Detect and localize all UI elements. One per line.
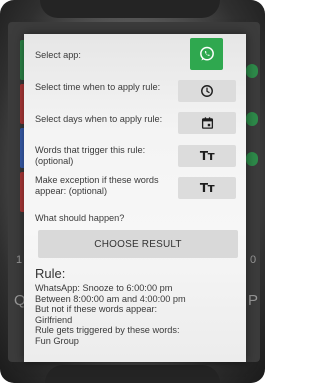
background-number-right: 0 — [250, 254, 257, 266]
what-happens-label: What should happen? — [35, 213, 125, 223]
rule-summary-line: WhatsApp: Snooze to 6:00:00 pm — [35, 283, 173, 293]
trigger-words-button[interactable]: Tт — [178, 145, 236, 167]
exception-words-label: Make exception if these words appear: (o… — [35, 175, 159, 196]
background-list-dot — [246, 64, 258, 78]
select-app-button[interactable] — [190, 38, 223, 70]
background-list-dot — [246, 152, 258, 166]
trigger-words-label: Words that trigger this rule: (optional) — [35, 145, 146, 166]
rule-editor-dialog: Select app: Select time when to apply ru… — [24, 34, 246, 362]
phone-bottom-bezel — [45, 365, 220, 383]
phone-top-bezel — [40, 0, 220, 18]
background-number-left: 1 — [16, 254, 23, 266]
select-time-button[interactable] — [178, 80, 236, 102]
rule-summary-line: Between 8:00:00 am and 4:00:00 pm — [35, 293, 186, 304]
whatsapp-icon — [199, 46, 214, 61]
text-format-icon: Tт — [199, 149, 215, 163]
background-list-dot — [246, 112, 258, 126]
rule-summary-line: Fun Group — [35, 335, 79, 346]
select-time-label: Select time when to apply rule: — [35, 82, 161, 92]
screen: 1 0 Q P Select app: Select time when to … — [0, 0, 265, 383]
choose-result-button[interactable]: CHOOSE RESULT — [38, 230, 238, 258]
exception-words-button[interactable]: Tт — [178, 177, 236, 199]
select-app-label: Select app: — [35, 50, 81, 60]
rule-summary-line: Rule gets triggered by these words: — [35, 325, 180, 335]
background-letter-right: P — [248, 292, 259, 309]
rule-summary-line: Girlfriend — [35, 314, 73, 325]
select-days-button[interactable] — [178, 112, 236, 134]
text-format-icon: Tт — [199, 181, 215, 195]
rule-summary-line: But not if these words appear: — [35, 304, 158, 314]
select-days-label: Select days when to apply rule: — [35, 114, 163, 124]
calendar-icon — [201, 117, 213, 129]
rule-summary-title: Rule: — [35, 266, 66, 281]
clock-icon — [201, 85, 213, 97]
